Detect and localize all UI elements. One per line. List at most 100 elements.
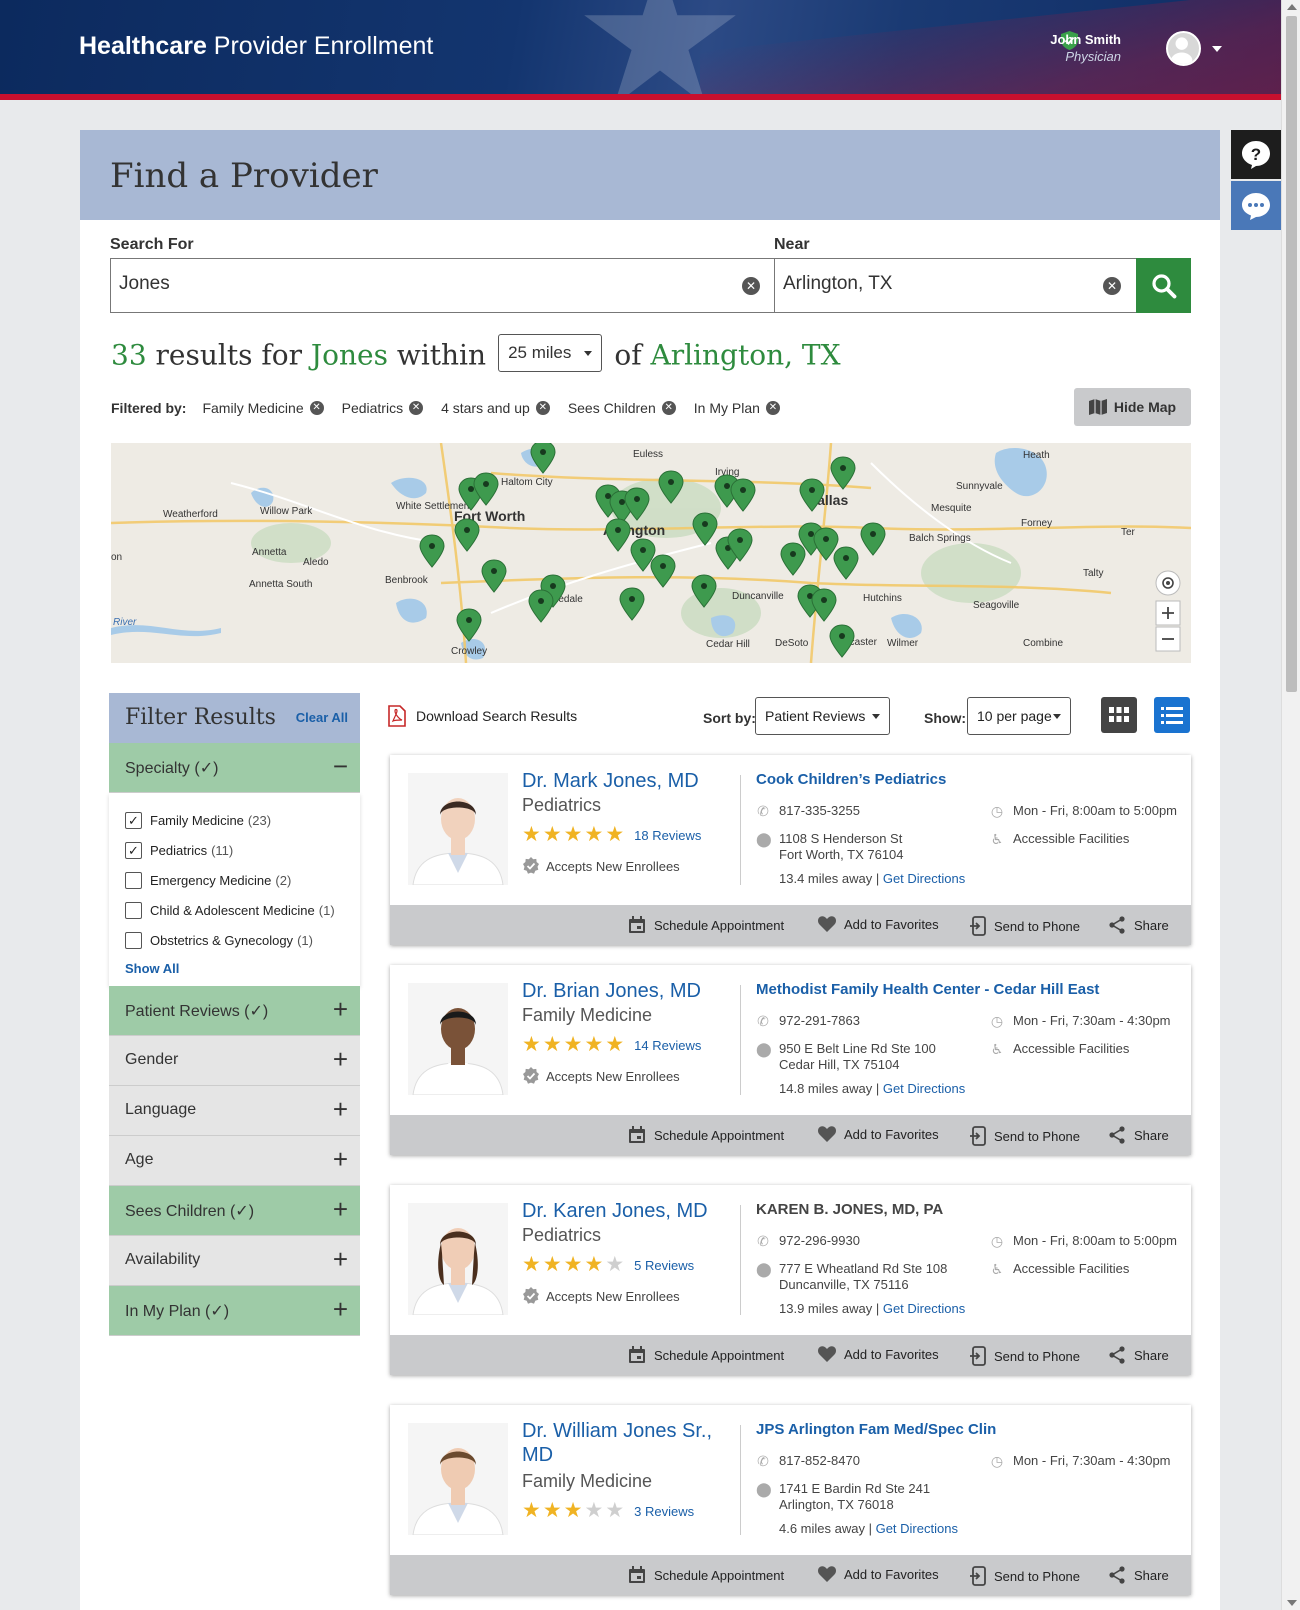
provider-card[interactable]: Dr. Karen Jones, MD Pediatrics ★ ★ ★ ★ ★ 5 Re… [390,1185,1191,1375]
filter-section-availability[interactable]: Availability + [109,1236,360,1286]
filter-section-patient-reviews[interactable]: Patient Reviews (✓) + [109,986,360,1036]
expand-plus-icon[interactable]: + [333,1246,348,1272]
sort-select[interactable]: Patient Reviews [755,697,890,735]
checkbox-unchecked[interactable] [125,871,142,889]
share-button[interactable]: Share [1108,916,1169,934]
list-view-button[interactable] [1154,697,1190,733]
specialty-option[interactable]: Obstetrics & Gynecology (1) [125,925,360,955]
specialty-option[interactable]: ✓ Family Medicine (23) [125,805,360,835]
filter-section-language[interactable]: Language + [109,1086,360,1136]
provider-name-link[interactable]: Dr. Mark Jones, MD [522,769,722,793]
filter-chip[interactable]: Sees Children ✕ [568,400,676,416]
schedule-appointment-button[interactable]: Schedule Appointment [628,1566,784,1584]
clear-near-icon[interactable]: ✕ [1103,277,1121,295]
search-button[interactable] [1136,258,1191,313]
specialty-option[interactable]: ✓ Pediatrics (11) [125,835,360,865]
checkbox-unchecked[interactable] [125,931,142,949]
grid-view-button[interactable] [1101,697,1137,733]
add-to-favorites-button[interactable]: Add to Favorites [818,1566,939,1582]
reviews-link[interactable]: 14 Reviews [634,1038,701,1053]
specialty-option[interactable]: Child & Adolescent Medicine (1) [125,895,360,925]
clear-search-for-icon[interactable]: ✕ [742,277,760,295]
scroll-down-arrow[interactable] [1287,1600,1297,1606]
provider-name-link[interactable]: Dr. William Jones Sr., MD [522,1419,722,1467]
reviews-link[interactable]: 3 Reviews [634,1504,694,1519]
send-to-phone-button[interactable]: Send to Phone [970,1566,1080,1586]
page-scrollbar[interactable] [1281,0,1300,1610]
checkbox-unchecked[interactable] [125,901,142,919]
filter-section-gender[interactable]: Gender + [109,1036,360,1086]
remove-chip-icon[interactable]: ✕ [765,401,780,415]
add-to-favorites-button[interactable]: Add to Favorites [818,1126,939,1142]
user-avatar[interactable] [1166,31,1201,66]
add-to-favorites-button[interactable]: Add to Favorites [818,916,939,932]
provider-name-link[interactable]: Dr. Brian Jones, MD [522,979,722,1003]
expand-plus-icon[interactable]: + [333,1296,348,1322]
clinic-name[interactable]: Methodist Family Health Center - Cedar H… [756,981,1099,998]
remove-chip-icon[interactable]: ✕ [309,401,324,415]
schedule-appointment-button[interactable]: Schedule Appointment [628,1126,784,1144]
share-button[interactable]: Share [1108,1346,1169,1364]
filter-chip[interactable]: Family Medicine ✕ [202,400,324,416]
schedule-appointment-button[interactable]: Schedule Appointment [628,916,784,934]
scroll-up-arrow[interactable] [1287,4,1297,10]
clinic-name[interactable]: JPS Arlington Fam Med/Spec Clin [756,1421,996,1438]
reviews-link[interactable]: 18 Reviews [634,828,701,843]
expand-plus-icon[interactable]: + [333,1196,348,1222]
per-page-select[interactable]: 10 per page [967,697,1071,735]
filter-chip[interactable]: In My Plan ✕ [694,400,780,416]
scrollbar-thumb[interactable] [1286,16,1297,692]
get-directions-link[interactable]: Get Directions [876,1521,958,1536]
radius-select[interactable]: 25 miles [498,334,603,372]
filter-section-in-my-plan[interactable]: In My Plan (✓) + [109,1286,360,1336]
chat-button[interactable] [1231,181,1281,230]
help-button[interactable]: ? [1231,130,1281,179]
provider-card[interactable]: Dr. Mark Jones, MD Pediatrics ★ ★ ★ ★ ★ 18 Re… [390,755,1191,945]
near-input[interactable] [783,273,1072,295]
search-for-field[interactable]: ✕ [110,258,775,313]
share-button[interactable]: Share [1108,1566,1169,1584]
send-to-phone-button[interactable]: Send to Phone [970,916,1080,936]
search-for-input[interactable] [119,273,650,295]
expand-plus-icon[interactable]: + [333,1146,348,1172]
user-info[interactable]: John Smith Physician [1050,32,1121,64]
provider-name-link[interactable]: Dr. Karen Jones, MD [522,1199,722,1223]
remove-chip-icon[interactable]: ✕ [661,401,676,415]
show-all-link[interactable]: Show All [125,961,360,976]
expand-plus-icon[interactable]: + [333,996,348,1022]
schedule-appointment-button[interactable]: Schedule Appointment [628,1346,784,1364]
results-map[interactable]: Euless Irving Heath Haltom City Sunnyvale Wea… [111,443,1191,663]
user-menu-chevron-down-icon[interactable] [1212,46,1222,52]
send-to-phone-button[interactable]: Send to Phone [970,1346,1080,1366]
remove-chip-icon[interactable]: ✕ [409,401,424,415]
zoom-in-button[interactable] [1155,600,1181,626]
checkbox-checked[interactable]: ✓ [125,811,142,829]
map-canvas[interactable]: EulessIrvingHeathHaltom City SunnyvaleWea… [111,443,1191,663]
clear-all-link[interactable]: Clear All [296,710,348,725]
provider-card[interactable]: Dr. William Jones Sr., MD Family Medicin… [390,1405,1191,1595]
filter-section-sees-children[interactable]: Sees Children (✓) + [109,1186,360,1236]
clinic-phone[interactable]: ✆ 817-852-8470 [756,1453,860,1470]
share-button[interactable]: Share [1108,1126,1169,1144]
get-directions-link[interactable]: Get Directions [883,871,965,886]
download-results-link[interactable]: Download Search Results [387,705,577,727]
checkbox-checked[interactable]: ✓ [125,841,142,859]
expand-plus-icon[interactable]: + [333,1046,348,1072]
get-directions-link[interactable]: Get Directions [883,1301,965,1316]
locate-me-button[interactable] [1155,570,1181,596]
near-field[interactable]: ✕ [774,258,1137,313]
send-to-phone-button[interactable]: Send to Phone [970,1126,1080,1146]
get-directions-link[interactable]: Get Directions [883,1081,965,1096]
clinic-phone[interactable]: ✆ 972-291-7863 [756,1013,860,1030]
clinic-name[interactable]: Cook Children’s Pediatrics [756,771,946,788]
hide-map-button[interactable]: Hide Map [1074,388,1191,426]
specialty-option[interactable]: Emergency Medicine (2) [125,865,360,895]
add-to-favorites-button[interactable]: Add to Favorites [818,1346,939,1362]
filter-chip[interactable]: 4 stars and up ✕ [441,400,550,416]
collapse-minus-icon[interactable]: − [333,753,348,779]
provider-card[interactable]: Dr. Brian Jones, MD Family Medicine ★ ★ ★ ★… [390,965,1191,1155]
filter-section-specialty[interactable]: Specialty (✓) − [109,743,360,793]
clinic-phone[interactable]: ✆ 817-335-3255 [756,803,860,820]
filter-chip[interactable]: Pediatrics ✕ [342,400,424,416]
clinic-phone[interactable]: ✆ 972-296-9930 [756,1233,860,1250]
